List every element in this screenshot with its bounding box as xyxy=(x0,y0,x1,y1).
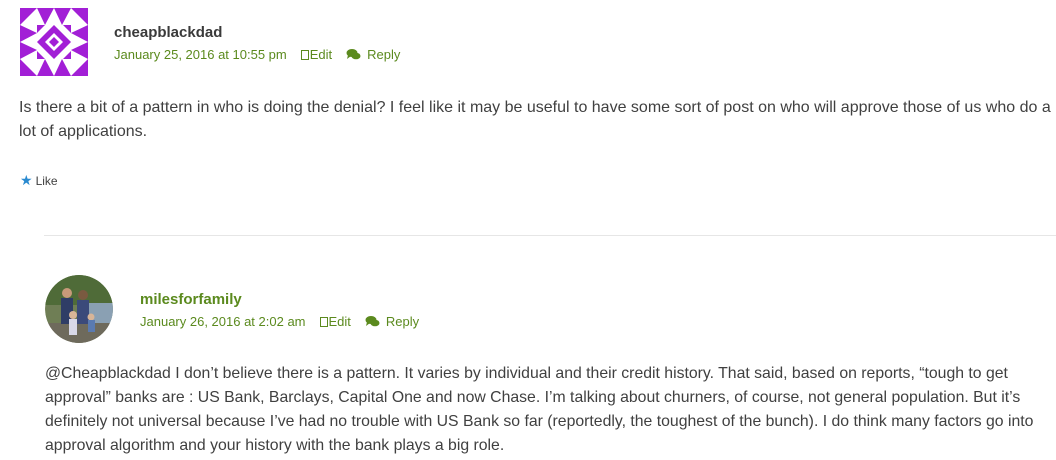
reply-link[interactable]: Reply xyxy=(346,47,400,62)
reply-bubble-icon xyxy=(365,316,380,327)
comment-author[interactable]: cheapblackdad xyxy=(114,24,222,41)
comment-meta: January 25, 2016 at 10:55 pm Edit Reply xyxy=(114,47,400,62)
reply-label: Reply xyxy=(385,314,420,329)
reply-bubble-icon xyxy=(346,49,361,60)
reply-label: Reply xyxy=(367,47,401,62)
like-label: Like xyxy=(35,174,58,188)
family-photo-avatar[interactable] xyxy=(45,275,113,343)
edit-label: Edit xyxy=(328,314,351,329)
comment-date-link[interactable]: January 25, 2016 at 10:55 pm xyxy=(114,47,287,62)
comment-divider xyxy=(44,235,1056,236)
reply-link[interactable]: Reply xyxy=(365,314,419,329)
comment-date-link[interactable]: January 26, 2016 at 2:02 am xyxy=(140,314,306,329)
comment-meta: January 26, 2016 at 2:02 am Edit Reply xyxy=(140,314,419,329)
edit-link[interactable]: Edit xyxy=(319,314,351,329)
edit-label: Edit xyxy=(309,47,333,62)
edit-link[interactable]: Edit xyxy=(300,47,333,62)
star-icon: ★ xyxy=(20,172,33,188)
edit-icon xyxy=(319,317,328,327)
comment-text: Is there a bit of a pattern in who is do… xyxy=(19,99,1051,140)
comment-author[interactable]: milesforfamily xyxy=(140,291,242,308)
like-button[interactable]: ★ Like xyxy=(20,172,58,189)
comment-text: @Cheapblackdad I don’t believe there is … xyxy=(45,365,1034,454)
edit-icon xyxy=(300,50,309,60)
identicon-avatar[interactable] xyxy=(20,8,88,76)
